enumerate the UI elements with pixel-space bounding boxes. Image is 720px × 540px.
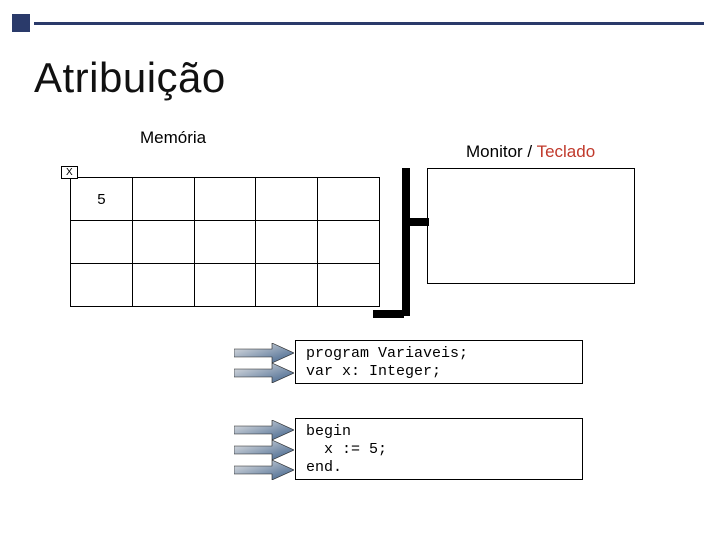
code-line: program Variaveis; — [306, 345, 468, 362]
teclado-word: Teclado — [537, 142, 596, 161]
connector-vertical — [402, 168, 410, 316]
arrow-icon — [234, 363, 294, 383]
slide-title: Atribuição — [34, 54, 226, 102]
memory-cell — [132, 221, 194, 264]
monitor-heading: Monitor / Teclado — [466, 142, 595, 162]
accent-square — [12, 14, 30, 32]
code-line: begin — [306, 423, 351, 440]
memory-cell — [256, 178, 318, 221]
memory-cell — [194, 264, 256, 307]
memory-heading: Memória — [140, 128, 206, 148]
memory-cell-value: 5 — [97, 191, 105, 208]
connector-to-monitor — [402, 218, 429, 226]
arrow-icon — [234, 343, 294, 363]
code-line: var x: Integer; — [306, 363, 441, 380]
connector-to-memory — [373, 310, 404, 318]
accent-line — [34, 22, 704, 25]
arrow-icon — [234, 420, 294, 440]
code-block-declaration: program Variaveis; var x: Integer; — [295, 340, 583, 384]
memory-cell-x: X 5 — [71, 178, 133, 221]
code-block-body: begin x := 5; end. — [295, 418, 583, 480]
memory-cell — [256, 221, 318, 264]
memory-cell — [318, 221, 380, 264]
code-line: x := 5; — [306, 441, 387, 458]
memory-cell — [318, 178, 380, 221]
memory-cell — [318, 264, 380, 307]
memory-cell — [132, 264, 194, 307]
arrow-icon — [234, 460, 294, 480]
memory-cell-tag: X — [61, 166, 78, 179]
memory-cell — [132, 178, 194, 221]
arrow-icon — [234, 440, 294, 460]
memory-cell — [256, 264, 318, 307]
memory-grid: X 5 — [70, 177, 380, 307]
memory-cell — [71, 221, 133, 264]
monitor-box — [427, 168, 635, 284]
memory-cell — [71, 264, 133, 307]
memory-cell — [194, 221, 256, 264]
monitor-word: Monitor / — [466, 142, 537, 161]
code-line: end. — [306, 459, 342, 476]
memory-cell — [194, 178, 256, 221]
